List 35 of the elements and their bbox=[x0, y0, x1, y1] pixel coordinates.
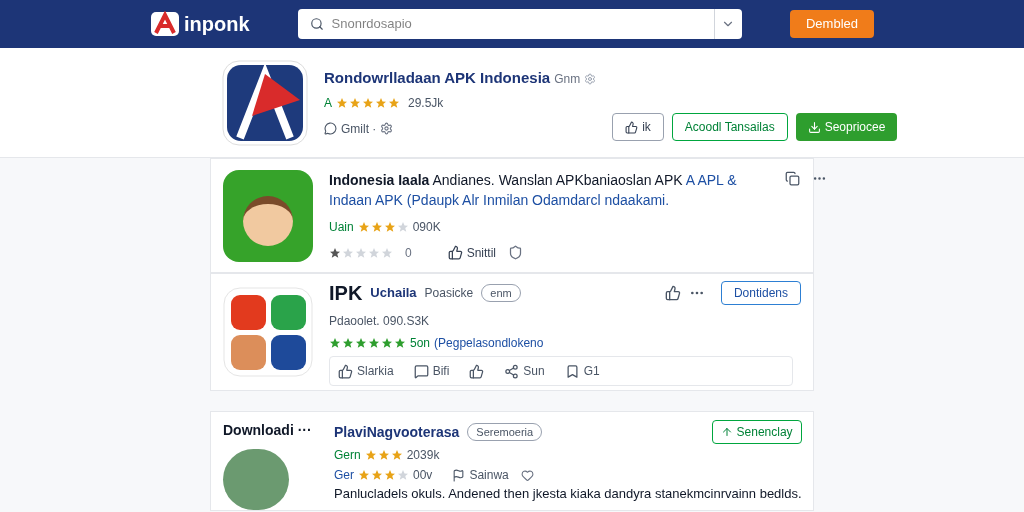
rating-count: 29.5Jk bbox=[408, 94, 444, 112]
app-title: PlaviNagvooterasa bbox=[334, 422, 460, 442]
app-stats: Pdaoolet. 090.S3K bbox=[329, 313, 431, 330]
app-description: Indonesia Iaala Andianes. Wanslan APKbaniaoslan APK A APL & Indaan APK (Pdaupk Alr Inmilan Odamdarcl ndaakami. bbox=[329, 170, 738, 210]
app-meta: Gmilt · bbox=[341, 120, 377, 138]
action-item[interactable]: Sun bbox=[504, 362, 545, 380]
rating-text: 5on bbox=[410, 335, 431, 352]
review-text: Panlucladels okuls. Andened then jkesta kiaka dandyra stanekmcinrvainn bedlds. bbox=[334, 486, 802, 502]
action-item[interactable]: Bifi bbox=[413, 362, 450, 380]
search-field[interactable]: Snonrdosapio bbox=[297, 9, 742, 39]
logo-text: inponk bbox=[184, 12, 250, 37]
rating-count: 00v bbox=[413, 467, 433, 484]
action-item[interactable]: Slarkia bbox=[338, 362, 394, 380]
app-subtitle: Gnm bbox=[554, 70, 581, 88]
action-item[interactable]: G1 bbox=[564, 362, 600, 380]
app-tag: Gern bbox=[334, 446, 361, 464]
app-tag: Ger bbox=[334, 466, 354, 484]
like-button[interactable]: Snittil bbox=[447, 243, 497, 262]
share-button[interactable]: Sainwa bbox=[452, 466, 509, 484]
category-label: Poasicke bbox=[424, 285, 474, 302]
app-tag: Uain bbox=[329, 217, 354, 236]
publisher-name: Uchaila bbox=[370, 284, 417, 303]
install-button[interactable]: Senenclay bbox=[711, 420, 802, 444]
app-title: IPK bbox=[329, 281, 363, 306]
section-heading: Downloadi ··· bbox=[223, 421, 313, 440]
action-button[interactable]: Acoodl Tansailas bbox=[671, 113, 788, 141]
download-button[interactable]: Dontidens bbox=[720, 281, 801, 305]
app-title: Rondowrlladaan APK Indonesia bbox=[324, 68, 551, 89]
rating-link[interactable]: (Pegpelasondlokeno bbox=[434, 334, 544, 352]
search-input[interactable]: Snonrdosapio bbox=[331, 14, 714, 34]
rating-count: 0 bbox=[405, 244, 412, 262]
download-count: 2039k bbox=[406, 447, 440, 464]
rating-prefix: A bbox=[324, 94, 332, 112]
download-count: 090K bbox=[412, 218, 441, 236]
action-button[interactable]: ik bbox=[612, 113, 664, 141]
